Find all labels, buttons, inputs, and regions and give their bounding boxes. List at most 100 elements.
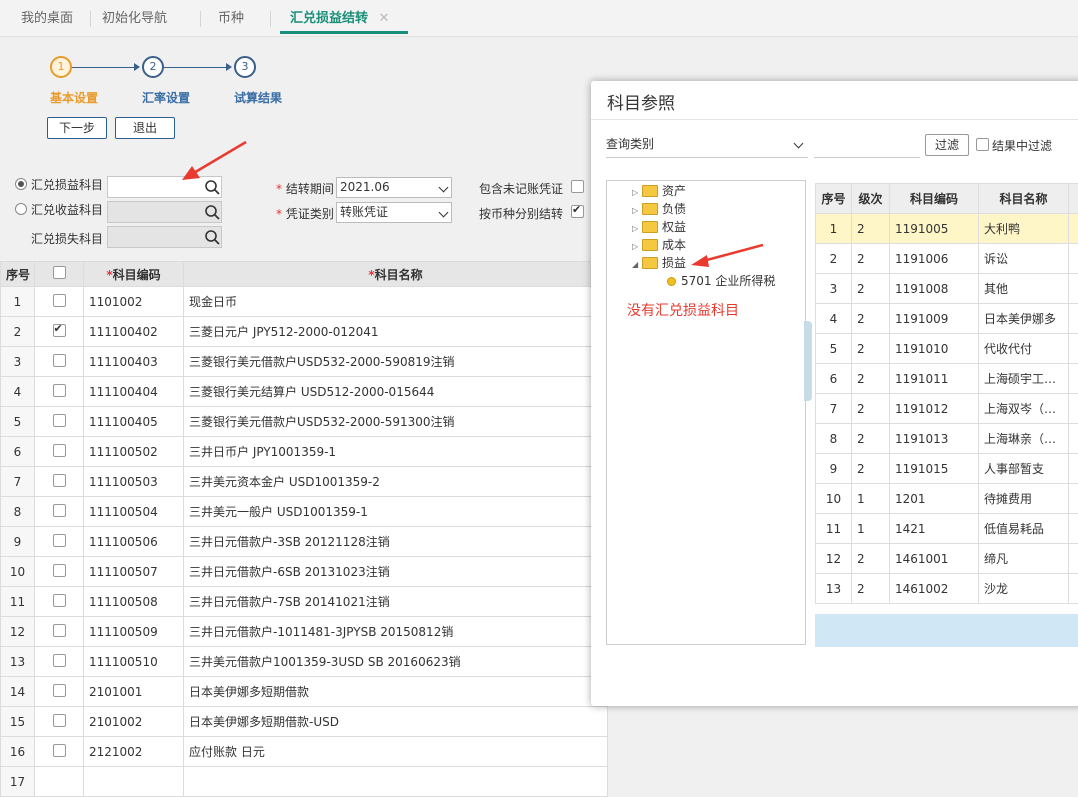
column-header-name[interactable]: 科目名称 (979, 184, 1069, 214)
table-row[interactable]: 11101002现金日币 (1, 287, 608, 317)
include-unposted-checkbox[interactable] (571, 180, 584, 193)
table-row[interactable]: 1011201待摊费用 (816, 484, 1078, 514)
row-checkbox[interactable] (53, 564, 66, 577)
column-header-name[interactable]: *科目名称 (184, 262, 608, 287)
account-name-cell[interactable]: 三井日元借款户-7SB 20141021注销 (184, 587, 608, 617)
tree-node-5701[interactable]: 5701 企业所得税 (667, 272, 775, 290)
row-select-cell[interactable] (35, 617, 84, 647)
account-name-cell[interactable]: 上海琳亲（… (979, 424, 1069, 454)
table-row[interactable]: 921191015人事部暂支 (816, 454, 1078, 484)
row-select-cell[interactable] (35, 557, 84, 587)
tree-node-profit-loss[interactable]: ◢损益 (632, 254, 686, 272)
table-row[interactable]: 6111100502三井日币户 JPY1001359-1 (1, 437, 608, 467)
row-checkbox[interactable] (53, 324, 66, 337)
table-row[interactable]: 17 (1, 767, 608, 797)
level-cell[interactable]: 2 (852, 424, 890, 454)
account-code-cell[interactable]: 1201 (890, 484, 979, 514)
row-select-cell[interactable] (35, 467, 84, 497)
account-name-cell[interactable]: 三井日元借款户-3SB 20121128注销 (184, 527, 608, 557)
table-row[interactable]: 221191006诉讼 (816, 244, 1078, 274)
account-name-cell[interactable]: 三井日币户 JPY1001359-1 (184, 437, 608, 467)
account-code-cell[interactable] (84, 767, 184, 797)
account-name-cell[interactable]: 诉讼 (979, 244, 1069, 274)
account-code-cell[interactable]: 1191012 (890, 394, 979, 424)
row-select-cell[interactable] (35, 647, 84, 677)
close-icon[interactable]: ✕ (379, 11, 390, 26)
account-name-cell[interactable]: 三菱银行美元借款户USD532-2000-591300注销 (184, 407, 608, 437)
table-row[interactable]: 13111100510三井美元借款户1001359-3USD SB 201606… (1, 647, 608, 677)
level-cell[interactable]: 2 (852, 454, 890, 484)
collapse-arrow-icon[interactable]: ◢ (632, 256, 642, 274)
account-name-cell[interactable]: 三井日元借款户-6SB 20131023注销 (184, 557, 608, 587)
filter-in-result-checkbox[interactable] (976, 138, 989, 151)
tree-node-cost[interactable]: ▷成本 (632, 236, 686, 254)
exit-button[interactable]: 退出 (115, 117, 175, 139)
filter-input[interactable] (814, 133, 920, 158)
account-name-cell[interactable]: 其他 (979, 274, 1069, 304)
table-row[interactable]: 3111100403三菱银行美元借款户USD532-2000-590819注销 (1, 347, 608, 377)
level-cell[interactable]: 2 (852, 334, 890, 364)
tab-fx-gain-loss[interactable]: 汇兑损益结转 ✕ (280, 0, 408, 34)
level-cell[interactable]: 2 (852, 274, 890, 304)
table-row[interactable]: 162121002应付账款 日元 (1, 737, 608, 767)
table-row[interactable]: 521191010代收代付 (816, 334, 1078, 364)
account-name-cell[interactable]: 三井美元借款户1001359-3USD SB 20160623销 (184, 647, 608, 677)
level-cell[interactable]: 2 (852, 364, 890, 394)
tab-currency[interactable]: 币种 (218, 0, 244, 34)
account-name-cell[interactable]: 待摊费用 (979, 484, 1069, 514)
row-checkbox[interactable] (53, 714, 66, 727)
gain-radio[interactable] (15, 203, 27, 215)
account-code-cell[interactable]: 2121002 (84, 737, 184, 767)
row-select-cell[interactable] (35, 317, 84, 347)
tree-node-equity[interactable]: ▷权益 (632, 218, 686, 236)
by-currency-checkbox[interactable] (571, 205, 584, 218)
row-select-cell[interactable] (35, 677, 84, 707)
row-select-cell[interactable] (35, 377, 84, 407)
account-name-cell[interactable]: 大利鸭 (979, 214, 1069, 244)
table-row[interactable]: 10111100507三井日元借款户-6SB 20131023注销 (1, 557, 608, 587)
table-row[interactable]: 321191008其他 (816, 274, 1078, 304)
voucher-select[interactable]: 转账凭证 (336, 202, 452, 223)
row-checkbox[interactable] (53, 624, 66, 637)
account-code-cell[interactable]: 2101002 (84, 707, 184, 737)
search-icon[interactable] (203, 203, 223, 223)
table-row[interactable]: 11111100508三井日元借款户-7SB 20141021注销 (1, 587, 608, 617)
search-icon[interactable] (203, 228, 223, 248)
account-code-cell[interactable]: 111100506 (84, 527, 184, 557)
account-name-cell[interactable]: 上海双岑（… (979, 394, 1069, 424)
gain-loss-radio[interactable] (15, 178, 27, 190)
tree-node-assets[interactable]: ▷资产 (632, 182, 686, 200)
row-checkbox[interactable] (53, 384, 66, 397)
period-select[interactable]: 2021.06 (336, 177, 452, 198)
account-name-cell[interactable]: 日本美伊娜多 (979, 304, 1069, 334)
table-row[interactable]: 8111100504三井美元一般户 USD1001359-1 (1, 497, 608, 527)
table-row[interactable]: 821191013上海琳亲（… (816, 424, 1078, 454)
row-checkbox[interactable] (53, 414, 66, 427)
level-cell[interactable]: 2 (852, 574, 890, 604)
account-code-cell[interactable]: 1421 (890, 514, 979, 544)
account-name-cell[interactable]: 日本美伊娜多短期借款-USD (184, 707, 608, 737)
account-code-cell[interactable]: 1191015 (890, 454, 979, 484)
splitter-handle[interactable] (804, 321, 812, 401)
account-name-cell[interactable]: 三菱日元户 JPY512-2000-012041 (184, 317, 608, 347)
column-header-level[interactable]: 级次 (852, 184, 890, 214)
level-cell[interactable]: 1 (852, 514, 890, 544)
account-name-cell[interactable]: 三菱银行美元借款户USD532-2000-590819注销 (184, 347, 608, 377)
table-row[interactable]: 5111100405三菱银行美元借款户USD532-2000-591300注销 (1, 407, 608, 437)
account-code-cell[interactable]: 1191009 (890, 304, 979, 334)
table-row[interactable]: 12111100509三井日元借款户-1011481-3JPYSB 201508… (1, 617, 608, 647)
account-code-cell[interactable]: 1461002 (890, 574, 979, 604)
account-name-cell[interactable]: 三菱银行美元结算户 USD512-2000-015644 (184, 377, 608, 407)
account-name-cell[interactable]: 缔凡 (979, 544, 1069, 574)
query-type-select[interactable]: 查询类别 (606, 133, 808, 158)
row-checkbox[interactable] (53, 444, 66, 457)
table-row[interactable]: 9111100506三井日元借款户-3SB 20121128注销 (1, 527, 608, 557)
account-code-cell[interactable]: 1191008 (890, 274, 979, 304)
account-name-cell[interactable]: 人事部暂支 (979, 454, 1069, 484)
level-cell[interactable]: 2 (852, 244, 890, 274)
row-select-cell[interactable] (35, 767, 84, 797)
level-cell[interactable]: 2 (852, 394, 890, 424)
tab-init-nav[interactable]: 初始化导航 (102, 0, 167, 34)
row-checkbox[interactable] (53, 504, 66, 517)
table-row[interactable]: 2111100402三菱日元户 JPY512-2000-012041 (1, 317, 608, 347)
